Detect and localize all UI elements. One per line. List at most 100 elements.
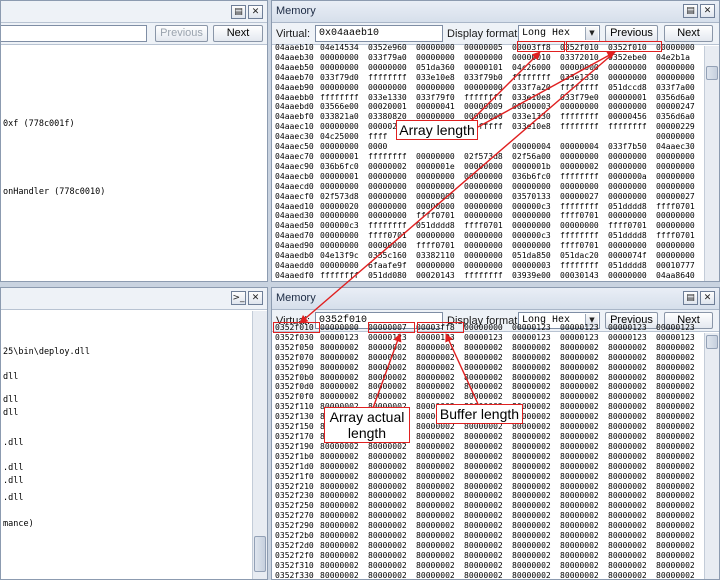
display-format-label: Display format: (447, 28, 521, 40)
memory-value: 00000000 (464, 260, 503, 270)
memory-value: 04c26000 (512, 62, 551, 72)
memory-value: 0352ebe0 (608, 52, 647, 62)
close-icon[interactable]: ✕ (248, 5, 263, 19)
memory-value: 80000002 (608, 422, 647, 432)
memory-row: 04aaebd0 03566e00 00020001 00000041 00000009… (275, 102, 704, 112)
left-top-nav: Previous Next (1, 23, 267, 45)
memory-value: 80000002 (656, 352, 695, 362)
float-window-icon[interactable]: ▤ (683, 291, 698, 305)
memory-address: 0352f2b0 (275, 531, 314, 541)
memory-row: 04aaedb0 04e13f9c 0355c160 03382110 00000000… (275, 251, 704, 261)
memory-value: 00000000 (320, 82, 359, 92)
memory-value: 80000002 (608, 481, 647, 491)
memory-value: 80000002 (560, 531, 599, 541)
memory-value: 00000000 (560, 62, 599, 72)
next-button[interactable]: Next (213, 25, 263, 42)
memory-bottom-scrollbar[interactable] (704, 333, 719, 579)
memory-value: 80000002 (368, 471, 407, 481)
memory-row: 0352f190 80000002 80000002 80000002 80000002… (275, 442, 704, 452)
memory-value: 80000002 (416, 511, 455, 521)
memory-value: 00000000 (464, 52, 503, 62)
close-icon[interactable]: ✕ (700, 291, 715, 305)
highlight-buffer-length-bottom (417, 322, 464, 333)
memory-value: 00000123 (416, 332, 455, 342)
previous-button[interactable]: Previous (605, 25, 658, 42)
virtual-address-input[interactable]: 0x04aaeb10 (315, 25, 443, 42)
memory-address: 04aaed50 (275, 221, 314, 231)
memory-value: 04c25000 (320, 132, 359, 142)
memory-value: ffffffff (560, 122, 599, 132)
memory-value: 80000002 (608, 451, 647, 461)
memory-value: 80000002 (608, 570, 647, 580)
memory-value: 80000002 (320, 521, 359, 531)
memory-top-scrollbar[interactable] (704, 46, 719, 281)
previous-button[interactable]: Previous (155, 25, 208, 42)
memory-value: ffffffff (368, 72, 407, 82)
float-window-icon[interactable]: ▤ (231, 5, 246, 19)
memory-row: 04aaecf0 02f573d8 00000000 00000000 00000000… (275, 192, 704, 202)
memory-value: 00000000 (608, 270, 647, 280)
memory-value: 80000002 (320, 511, 359, 521)
memory-value: 80000002 (464, 560, 503, 570)
memory-value: 80000002 (320, 352, 359, 362)
text-line: 25\bin\deploy.dll (3, 347, 90, 357)
memory-value: 80000002 (608, 461, 647, 471)
close-icon[interactable]: ✕ (248, 291, 263, 305)
memory-value: 80000002 (560, 362, 599, 372)
memory-row: 04aaeb90 00000000 00000000 00000000 00000000… (275, 83, 704, 93)
callout-array-actual-length-line1: Array actual (329, 409, 405, 425)
text-line: .dll (3, 438, 24, 448)
memory-value: 80000002 (512, 560, 551, 570)
next-button[interactable]: Next (664, 25, 713, 42)
memory-value: 00000000 (560, 102, 599, 112)
memory-value: 04e13f9c (320, 251, 359, 261)
scrollbar-thumb[interactable] (706, 66, 718, 80)
memory-value: 00000000 (416, 52, 455, 62)
memory-row: 04aaeb30 00000000 033f79a0 00000000 00000000… (275, 53, 704, 63)
memory-value: 80000002 (512, 382, 551, 392)
command-window-icon[interactable]: >_ (231, 291, 246, 305)
left-bottom-scrollbar[interactable] (252, 311, 267, 579)
memory-bottom-window-buttons: ▤ ✕ (683, 291, 715, 305)
chevron-down-icon[interactable]: ▼ (585, 27, 598, 40)
memory-address: 04aaec30 (275, 132, 314, 142)
virtual-label: Virtual: (276, 28, 311, 40)
memory-value: 80000002 (608, 531, 647, 541)
float-window-icon[interactable]: ▤ (683, 4, 698, 18)
display-format-select[interactable]: Long Hex ▼ (518, 25, 600, 42)
memory-value: 00000101 (464, 62, 503, 72)
memory-value: 000000c3 (512, 201, 551, 211)
scrollbar-thumb[interactable] (706, 335, 718, 349)
memory-value: 00000123 (608, 332, 647, 342)
memory-value: 80000002 (560, 431, 599, 441)
memory-address: 0352f210 (275, 481, 314, 491)
memory-row: 04aaebf0 033821a0 03380820 00000000 00000000… (275, 112, 704, 122)
memory-value: 80000002 (416, 362, 455, 372)
memory-row: 04aaed30 00000000 00000000 ffff0701 00000000… (275, 211, 704, 221)
memory-value: 051dddd8 (608, 260, 647, 270)
memory-value: 80000002 (416, 392, 455, 402)
memory-value: 80000002 (464, 362, 503, 372)
memory-value: 00000004 (560, 142, 599, 152)
memory-value: 00000000 (608, 72, 647, 82)
left-top-input[interactable] (1, 25, 147, 42)
memory-value: 80000002 (368, 352, 407, 362)
memory-value: 03566e00 (320, 102, 359, 112)
scrollbar-thumb[interactable] (254, 536, 266, 572)
memory-value: 00000004 (512, 142, 551, 152)
memory-value: 03372010 (560, 52, 599, 62)
memory-value: 80000002 (656, 392, 695, 402)
close-icon[interactable]: ✕ (700, 4, 715, 18)
memory-row: 04aaee1004e13f9c0352e4400000000000000000… (275, 281, 704, 282)
memory-value: 00000000 (464, 181, 503, 191)
memory-row: 0352f310 80000002 80000002 80000002 80000002… (275, 561, 704, 571)
memory-value: 80000002 (560, 422, 599, 432)
memory-value: 80000002 (512, 471, 551, 481)
memory-value: 80000002 (416, 550, 455, 560)
memory-value: 00000041 (416, 102, 455, 112)
disassembly-pane: ▤ ✕ Previous Next 0xf (778c001f) onHandle… (0, 0, 268, 282)
memory-value: 80000002 (656, 451, 695, 461)
memory-value: 00000000 (416, 260, 455, 270)
memory-value: 00000000 (416, 171, 455, 181)
memory-value: 80000002 (416, 461, 455, 471)
